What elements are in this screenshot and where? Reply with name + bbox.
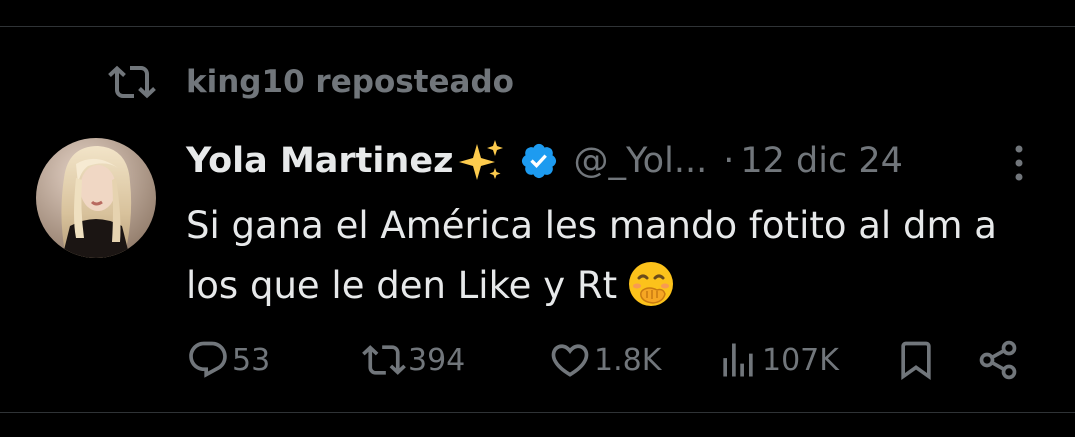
repost-context: king10 reposteado bbox=[108, 58, 514, 106]
repost-button[interactable]: 394 bbox=[362, 334, 465, 386]
repost-label[interactable]: king10 reposteado bbox=[186, 64, 514, 100]
reply-icon bbox=[189, 341, 227, 378]
heart-icon bbox=[551, 344, 589, 377]
top-divider bbox=[0, 26, 1075, 27]
view-count: 107K bbox=[762, 342, 839, 378]
timestamp[interactable]: 12 dic 24 bbox=[740, 141, 903, 181]
action-bar: 53 394 1.8K 107K bbox=[186, 334, 1036, 386]
more-options-icon[interactable] bbox=[1004, 143, 1034, 183]
verified-badge-icon[interactable] bbox=[519, 141, 559, 181]
reply-button[interactable]: 53 bbox=[186, 334, 270, 386]
repost-count: 394 bbox=[408, 342, 466, 378]
repost-icon bbox=[108, 65, 156, 99]
bottom-divider bbox=[0, 412, 1075, 413]
separator-dot: · bbox=[723, 141, 735, 181]
reply-count: 53 bbox=[232, 342, 271, 378]
handle[interactable]: @_Yol... bbox=[573, 141, 707, 181]
sparkles-icon bbox=[459, 140, 504, 180]
hand-over-mouth-emoji bbox=[629, 262, 674, 306]
tweet-text: Si gana el América les mando fotito al d… bbox=[186, 204, 997, 307]
like-count: 1.8K bbox=[594, 342, 662, 378]
display-name[interactable]: Yola Martinez bbox=[186, 141, 453, 181]
tweet-body: Si gana el América les mando fotito al d… bbox=[186, 196, 1056, 316]
tweet-header: Yola Martinez @_Yol... · 12 dic 24 bbox=[186, 136, 903, 186]
repost-icon bbox=[362, 345, 406, 375]
share-icon bbox=[979, 340, 1017, 380]
like-button[interactable]: 1.8K bbox=[548, 334, 661, 386]
views-button[interactable]: 107K bbox=[716, 334, 839, 386]
avatar[interactable] bbox=[36, 138, 156, 258]
share-button[interactable] bbox=[976, 334, 1020, 386]
bookmark-icon bbox=[901, 341, 931, 381]
views-icon bbox=[723, 343, 753, 377]
bookmark-button[interactable] bbox=[894, 334, 938, 386]
